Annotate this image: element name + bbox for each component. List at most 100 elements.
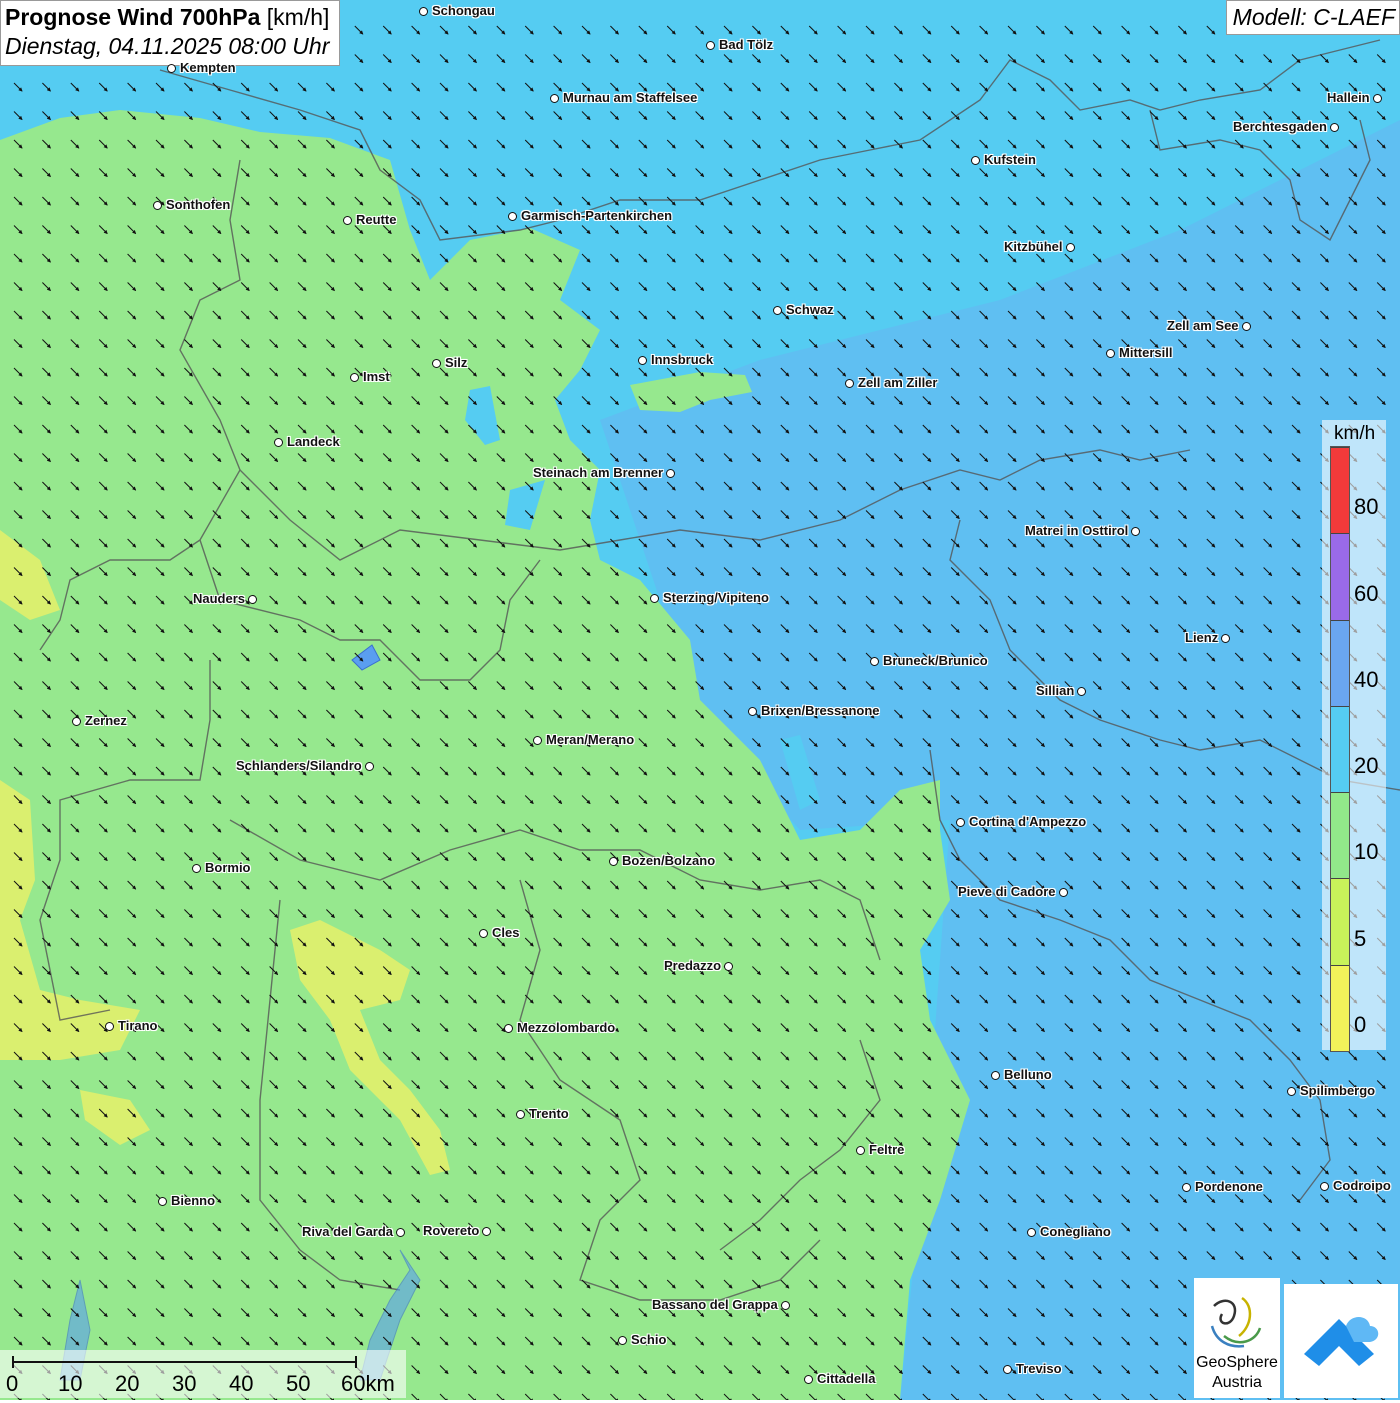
city-marker (516, 1110, 525, 1119)
city-marker (748, 707, 757, 716)
city-marker (432, 359, 441, 368)
city-label: Conegliano (1040, 1224, 1111, 1239)
city-label: Bruneck/Brunico (883, 653, 988, 668)
title-main: Prognose Wind 700hPa (5, 4, 261, 30)
city-label: Matrei in Osttirol (1025, 523, 1129, 538)
city-marker (479, 929, 488, 938)
city-label: Pordenone (1195, 1179, 1263, 1194)
city-marker (666, 469, 675, 478)
legend-label: 80 (1354, 494, 1379, 520)
scale-tick: 0 (6, 1371, 19, 1396)
legend-label: 0 (1354, 1012, 1367, 1037)
blue-arrow-cloud-icon (1304, 1317, 1379, 1366)
city-label: Schwaz (786, 302, 834, 317)
city-marker (153, 201, 162, 210)
legend-color-bar (1330, 446, 1350, 1052)
legend-label: 40 (1354, 666, 1379, 692)
city-label: Murnau am Staffelsee (563, 90, 698, 105)
city-label: Sonthofen (166, 197, 231, 212)
city-label: Silz (445, 355, 468, 370)
city-marker (158, 1197, 167, 1206)
city-label: Trento (529, 1106, 569, 1121)
city-label: Nauders (193, 591, 246, 606)
legend-swatch (1331, 792, 1349, 879)
city-marker (1059, 888, 1068, 897)
city-label: Zell am Ziller (858, 375, 938, 390)
city-marker (1003, 1365, 1012, 1374)
city-label: Treviso (1016, 1361, 1062, 1376)
title-unit: [km/h] (266, 4, 330, 30)
geosphere-swirl-icon (1210, 1296, 1262, 1348)
city-label: Rovereto (423, 1223, 480, 1238)
city-marker (105, 1022, 114, 1031)
city-marker (1027, 1228, 1036, 1237)
city-marker (248, 595, 257, 604)
scale-tick: 20 (115, 1371, 140, 1396)
city-label: Codroipo (1333, 1178, 1391, 1193)
scale-tick: 60km (341, 1371, 395, 1396)
scale-tick: 30 (172, 1371, 197, 1396)
city-label: Riva del Garda (302, 1224, 394, 1239)
city-marker (1320, 1182, 1329, 1191)
legend-swatch (1331, 705, 1349, 793)
city-label: Steinach am Brenner (533, 465, 664, 480)
city-marker (504, 1024, 513, 1033)
city-marker (72, 717, 81, 726)
city-marker (618, 1336, 627, 1345)
city-marker (482, 1227, 491, 1236)
city-label: Cles (492, 925, 520, 940)
city-marker (1242, 322, 1251, 331)
city-label: Schongau (432, 3, 495, 18)
city-label: Kitzbühel (1004, 239, 1063, 254)
geosphere-name: GeoSphere (1196, 1354, 1278, 1371)
city-marker (609, 857, 618, 866)
city-label: Bormio (205, 860, 251, 875)
city-marker (991, 1071, 1000, 1080)
city-marker (419, 7, 428, 16)
city-label: Cortina d'Ampezzo (969, 814, 1087, 829)
scale-tick: 50 (286, 1371, 311, 1396)
city-label: Meran/Merano (546, 732, 635, 747)
legend-swatch (1331, 619, 1349, 706)
legend-swatch (1331, 447, 1349, 534)
city-label: Kempten (180, 60, 236, 75)
city-marker (956, 818, 965, 827)
legend-swatch (1331, 964, 1349, 1051)
city-label: Bassano del Grappa (652, 1297, 778, 1312)
geosphere-logo[interactable]: GeoSphere Austria (1194, 1278, 1280, 1398)
city-marker (1106, 349, 1115, 358)
legend-label: 10 (1354, 839, 1379, 865)
color-legend: km/h 80 60 40 20 10 5 0 (1322, 420, 1386, 1052)
city-label: Landeck (287, 434, 340, 449)
second-logo[interactable] (1284, 1284, 1398, 1398)
city-marker (365, 762, 374, 771)
city-marker (274, 438, 283, 447)
scale-tick: 40 (229, 1371, 254, 1396)
city-marker (1182, 1183, 1191, 1192)
city-marker (343, 216, 352, 225)
city-marker (1373, 94, 1382, 103)
city-label: Berchtesgaden (1233, 119, 1327, 134)
legend-unit: km/h (1334, 423, 1376, 444)
city-label: Schio (631, 1332, 667, 1347)
city-marker (870, 657, 879, 666)
city-marker (167, 64, 176, 73)
city-marker (638, 356, 647, 365)
city-marker (396, 1228, 405, 1237)
legend-swatch (1331, 533, 1349, 620)
city-marker (724, 962, 733, 971)
city-label: Bienno (171, 1193, 216, 1208)
city-label: Spilimbergo (1300, 1083, 1376, 1098)
forecast-date: Dienstag, 04.11.2025 08:00 Uhr (5, 33, 330, 59)
geosphere-country: Austria (1212, 1374, 1262, 1391)
city-label: Zernez (85, 713, 127, 728)
city-label: Sterzing/Vipiteno (663, 590, 769, 605)
city-label: Schlanders/Silandro (236, 758, 362, 773)
city-marker (1131, 527, 1140, 536)
city-marker (550, 94, 559, 103)
city-label: Cittadella (817, 1371, 876, 1386)
city-label: Reutte (356, 212, 397, 227)
city-marker (192, 864, 201, 873)
city-label: Bad Tölz (719, 37, 774, 52)
city-label: Kufstein (984, 152, 1036, 167)
